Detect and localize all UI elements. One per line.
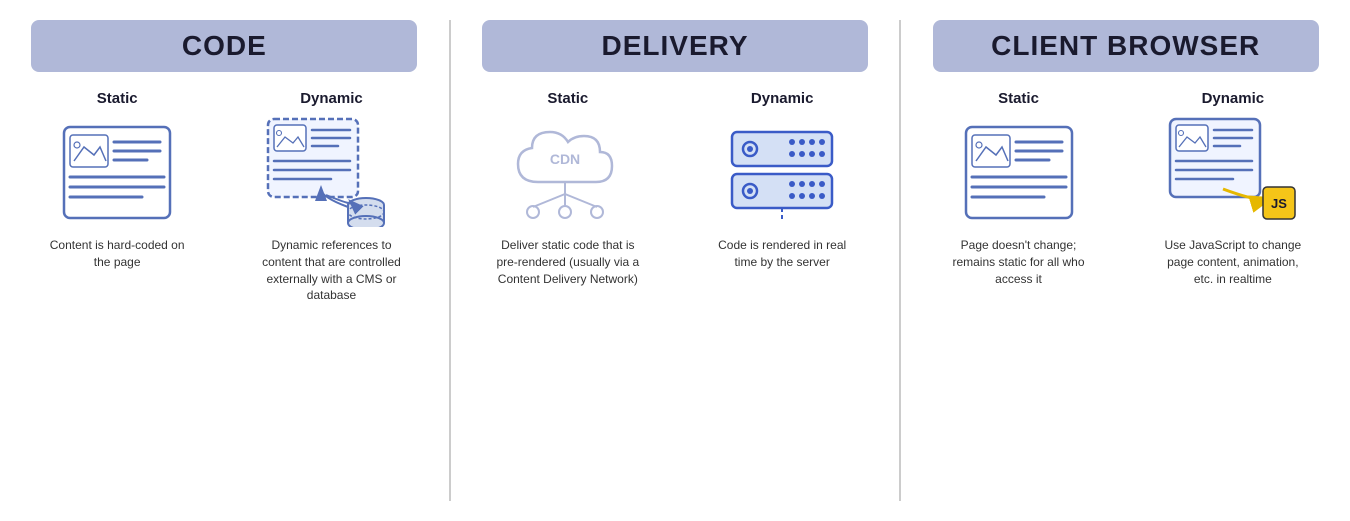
browser-dynamic-icon: JS bbox=[1168, 117, 1298, 227]
delivery-title: DELIVERY bbox=[602, 30, 749, 61]
code-dynamic-col: Dynamic bbox=[235, 90, 428, 511]
delivery-static-desc: Deliver static code that is pre-rendered… bbox=[493, 237, 643, 287]
delivery-static-icon: CDN bbox=[503, 117, 633, 227]
delivery-header: DELIVERY bbox=[482, 20, 868, 72]
delivery-columns: Static CDN bbox=[461, 90, 890, 511]
code-section: CODE Static bbox=[0, 0, 449, 521]
code-title: CODE bbox=[182, 30, 267, 61]
browser-title: CLIENT BROWSER bbox=[991, 30, 1260, 61]
browser-static-title: Static bbox=[998, 90, 1039, 107]
browser-section: CLIENT BROWSER Static bbox=[901, 0, 1350, 521]
browser-header: CLIENT BROWSER bbox=[933, 20, 1319, 72]
delivery-dynamic-title: Dynamic bbox=[751, 90, 814, 107]
code-static-col: Static bbox=[21, 90, 214, 511]
delivery-static-col: Static CDN bbox=[471, 90, 664, 511]
browser-columns: Static Page doesn't ch bbox=[911, 90, 1340, 511]
browser-static-col: Static Page doesn't ch bbox=[922, 90, 1115, 511]
delivery-static-title: Static bbox=[547, 90, 588, 107]
browser-static-desc: Page doesn't change; remains static for … bbox=[944, 237, 1094, 287]
delivery-section: DELIVERY Static CDN bbox=[451, 0, 900, 521]
code-static-icon bbox=[52, 117, 182, 227]
main-container: CODE Static bbox=[0, 0, 1350, 521]
delivery-dynamic-desc: Code is rendered in real time by the ser… bbox=[707, 237, 857, 271]
code-static-title: Static bbox=[97, 90, 138, 107]
code-dynamic-title: Dynamic bbox=[300, 90, 363, 107]
delivery-dynamic-icon bbox=[717, 117, 847, 227]
code-columns: Static bbox=[10, 90, 439, 511]
code-header: CODE bbox=[31, 20, 417, 72]
svg-text:JS: JS bbox=[1271, 196, 1287, 211]
browser-static-icon bbox=[954, 117, 1084, 227]
browser-dynamic-desc: Use JavaScript to change page content, a… bbox=[1158, 237, 1308, 287]
delivery-dynamic-col: Dynamic bbox=[686, 90, 879, 511]
code-dynamic-icon bbox=[266, 117, 396, 227]
browser-dynamic-col: Dynamic bbox=[1136, 90, 1329, 511]
code-static-desc: Content is hard-coded on the page bbox=[42, 237, 192, 271]
svg-text:CDN: CDN bbox=[550, 151, 580, 167]
browser-dynamic-title: Dynamic bbox=[1202, 90, 1265, 107]
code-dynamic-desc: Dynamic references to content that are c… bbox=[256, 237, 406, 304]
